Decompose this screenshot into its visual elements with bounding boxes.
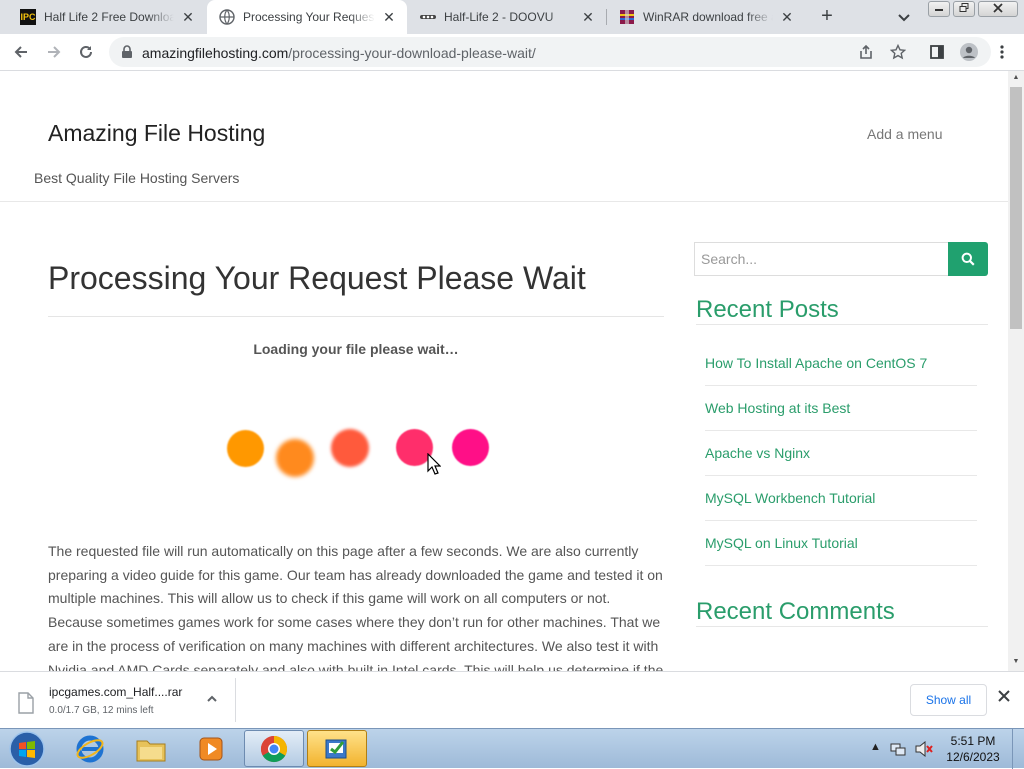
url-host: amazingfilehosting.com (142, 45, 289, 61)
file-icon (18, 692, 34, 714)
loader-dot (331, 429, 369, 467)
recent-post-link[interactable]: Web Hosting at its Best (705, 386, 977, 431)
browser-toolbar: amazingfilehosting.com/processing-your-d… (0, 34, 1024, 71)
search-icon (961, 252, 975, 266)
page-title: Processing Your Request Please Wait (48, 260, 586, 296)
tab-close-icon[interactable]: ✕ (381, 9, 397, 26)
recent-post-link[interactable]: Apache vs Nginx (705, 431, 977, 476)
bookmark-star-icon[interactable] (886, 40, 910, 64)
article-body: The requested file will run automaticall… (48, 543, 664, 671)
tab-title: Processing Your Request Please Wait (243, 10, 375, 24)
download-shelf: ipcgames.com_Half....rar 0.0/1.7 GB, 12 … (0, 671, 1024, 728)
taskbar-file-explorer[interactable] (121, 730, 181, 767)
profile-avatar-icon[interactable] (957, 40, 981, 64)
windows-logo-icon (9, 730, 45, 767)
reload-icon[interactable] (74, 40, 98, 64)
scroll-down-arrow-icon[interactable]: ▼ (1008, 655, 1024, 669)
close-download-shelf-icon[interactable] (997, 689, 1011, 708)
close-window-button[interactable] (978, 1, 1018, 17)
taskbar-google-chrome[interactable] (244, 730, 304, 767)
volume-muted-icon[interactable] (915, 741, 933, 757)
tab-title: WinRAR download free and support (643, 10, 773, 24)
tab-search-chevron-icon[interactable] (894, 7, 914, 27)
search-input[interactable] (695, 243, 948, 275)
winrar-favicon (619, 9, 635, 25)
loading-message: Loading your file please wait… (253, 341, 459, 357)
tab-winrar-download[interactable]: WinRAR download free and support ✕ (607, 0, 805, 34)
recent-post-link[interactable]: MySQL Workbench Tutorial (705, 476, 977, 521)
folder-icon (136, 740, 166, 761)
download-progress-text: 0.0/1.7 GB, 12 mins left (49, 705, 154, 716)
internet-explorer-icon (76, 735, 104, 762)
title-divider (48, 316, 664, 317)
url-path: /processing-your-download-please-wait/ (288, 45, 536, 61)
start-button[interactable] (0, 730, 54, 767)
tab-close-icon[interactable]: ✕ (779, 9, 795, 26)
system-clock[interactable]: 5:51 PM 12/6/2023 (942, 733, 1004, 765)
kebab-menu-icon[interactable] (990, 40, 1014, 64)
scroll-up-arrow-icon[interactable]: ▲ (1008, 71, 1024, 85)
site-tagline: Best Quality File Hosting Servers (34, 170, 240, 186)
show-all-downloads-button[interactable]: Show all (910, 684, 987, 716)
new-tab-button[interactable]: + (815, 5, 839, 29)
url-text[interactable]: amazingfilehosting.com/processing-your-d… (142, 45, 536, 61)
chrome-icon (260, 735, 288, 762)
site-title[interactable]: Amazing File Hosting (48, 120, 265, 147)
download-filename: ipcgames.com_Half....rar (49, 685, 183, 699)
clock-time: 5:51 PM (950, 734, 996, 748)
forward-arrow-icon[interactable] (42, 40, 66, 64)
mouse-cursor-icon (427, 453, 441, 475)
installer-icon (325, 739, 347, 758)
globe-icon (219, 9, 235, 25)
page-viewport: Amazing File Hosting Best Quality File H… (0, 71, 1008, 671)
loader-dot (452, 429, 489, 466)
media-player-icon (199, 737, 223, 760)
recent-comments-heading: Recent Comments (696, 598, 895, 625)
ipc-games-favicon: IPC (20, 9, 36, 25)
doovu-favicon (420, 9, 436, 25)
share-icon[interactable] (854, 40, 878, 64)
loader-dot (227, 430, 264, 467)
restore-window-button[interactable] (953, 1, 975, 17)
tab-title: Half-Life 2 - DOOVU (444, 10, 554, 24)
add-menu-link[interactable]: Add a menu (867, 126, 943, 142)
clock-date: 12/6/2023 (946, 750, 1000, 764)
page-scrollbar[interactable]: ▲ ▼ (1008, 71, 1024, 671)
show-hidden-icons-arrow-icon[interactable]: ▲ (870, 741, 881, 753)
tab-title: Half Life 2 Free Download (44, 10, 174, 24)
taskbar-installer-app[interactable] (307, 730, 367, 767)
widget-divider (696, 324, 988, 325)
tab-strip: IPC Half Life 2 Free Download ✕ Processi… (0, 0, 1024, 34)
recent-posts-list: How To Install Apache on CentOS 7 Web Ho… (705, 341, 977, 566)
tab-close-icon[interactable]: ✕ (180, 9, 196, 26)
sidebar-search-field[interactable] (694, 242, 949, 276)
network-icon[interactable] (890, 741, 906, 757)
minimize-window-button[interactable] (928, 1, 950, 17)
widget-divider (696, 626, 988, 627)
recent-posts-heading: Recent Posts (696, 296, 839, 323)
recent-post-link[interactable]: MySQL on Linux Tutorial (705, 521, 977, 566)
recent-post-link[interactable]: How To Install Apache on CentOS 7 (705, 341, 977, 386)
tab-half-life-doovu[interactable]: Half-Life 2 - DOOVU ✕ (408, 0, 606, 34)
show-desktop-button[interactable] (1012, 729, 1024, 769)
header-divider (0, 201, 1008, 202)
search-button[interactable] (948, 242, 988, 276)
lock-icon[interactable] (121, 45, 133, 64)
windows-taskbar: ▲ 5:51 PM 12/6/2023 (0, 728, 1024, 769)
tab-close-icon[interactable]: ✕ (580, 9, 596, 26)
tab-half-life-free-download[interactable]: IPC Half Life 2 Free Download ✕ (8, 0, 206, 34)
taskbar-internet-explorer[interactable] (60, 730, 120, 767)
scrollbar-thumb[interactable] (1010, 87, 1022, 329)
taskbar-media-player[interactable] (181, 730, 241, 767)
side-panel-icon[interactable] (925, 40, 949, 64)
chevron-up-icon[interactable] (205, 692, 219, 706)
download-item[interactable]: ipcgames.com_Half....rar 0.0/1.7 GB, 12 … (0, 678, 236, 722)
back-arrow-icon[interactable] (9, 40, 33, 64)
tab-processing-request[interactable]: Processing Your Request Please Wait ✕ (207, 0, 407, 34)
loader-dot (276, 439, 314, 477)
